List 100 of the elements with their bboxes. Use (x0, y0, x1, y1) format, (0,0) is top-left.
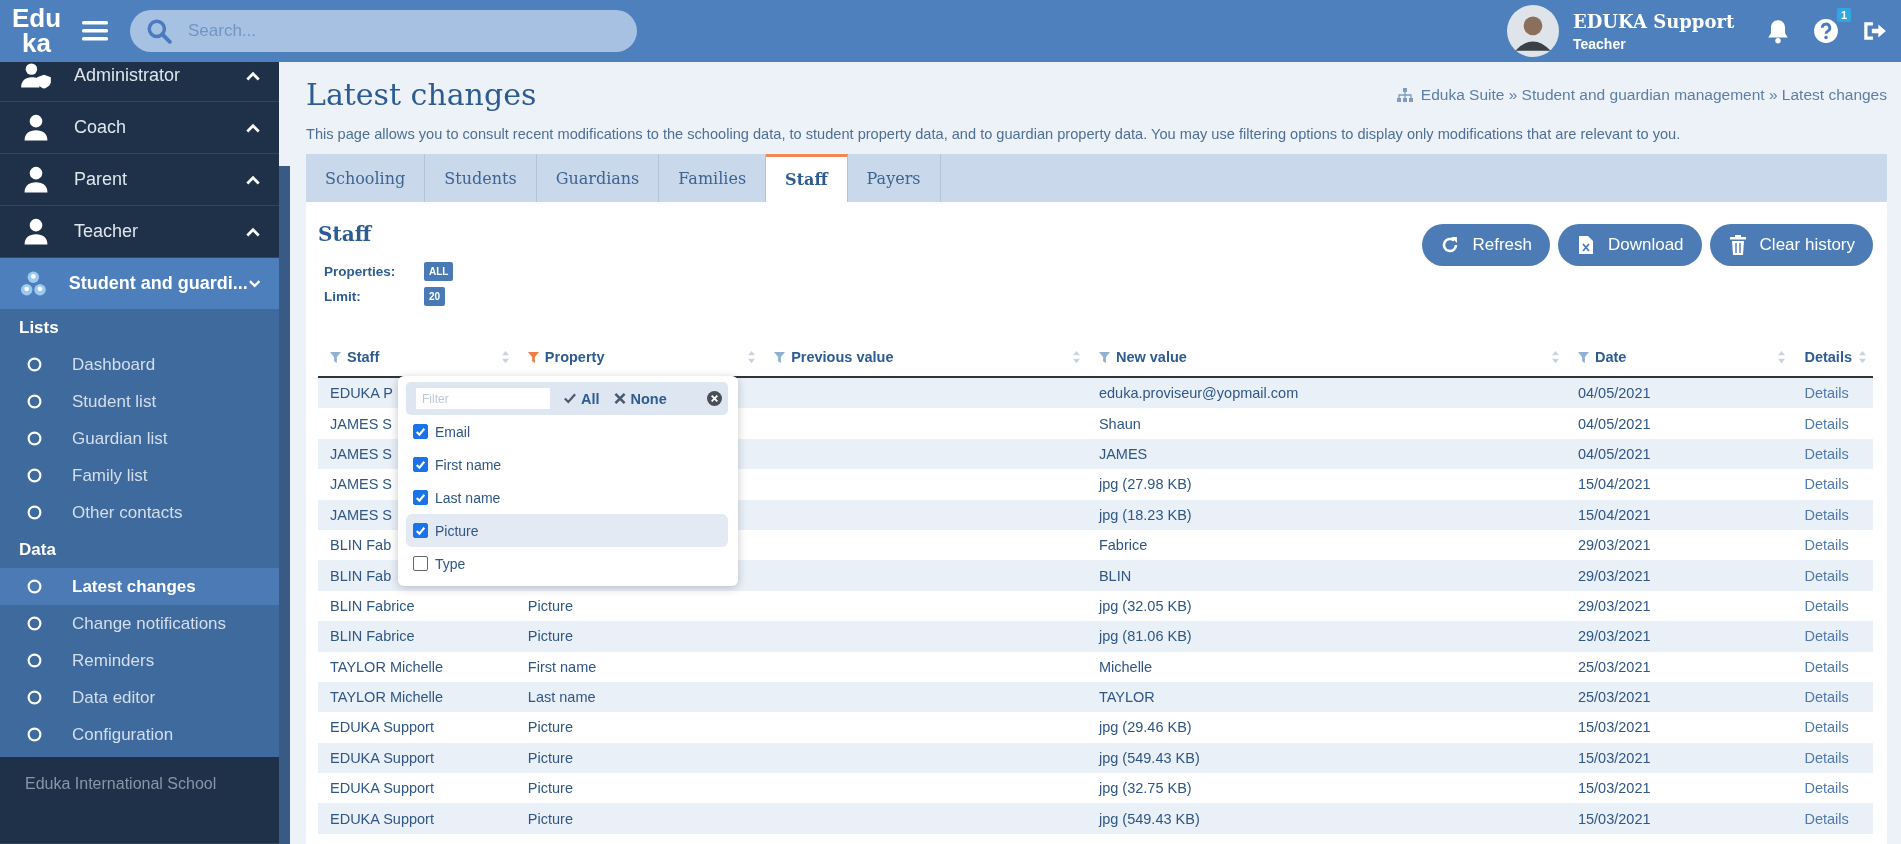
filter-icon[interactable] (330, 351, 341, 363)
checkbox[interactable] (413, 556, 428, 571)
table-cell: TAYLOR Michelle (330, 658, 444, 675)
table-cell: Picture (527, 597, 573, 614)
sidebar-label: Student and guardi... (68, 273, 248, 294)
table-cell: JAMES S (330, 415, 393, 432)
details-link[interactable]: Details (1804, 506, 1849, 523)
refresh-button[interactable]: Refresh (1422, 224, 1550, 266)
details-link[interactable]: Details (1804, 567, 1849, 584)
column-header[interactable]: Date (1594, 349, 1772, 365)
sidebar-subitem[interactable]: Reminders (0, 642, 279, 679)
checkbox[interactable] (413, 457, 428, 472)
notification-badge: 1 (1836, 8, 1851, 22)
filter-option[interactable]: First name (406, 448, 728, 481)
filter-option[interactable]: Email (406, 415, 728, 448)
sidebar-subitem[interactable]: Latest changes (0, 568, 279, 605)
table-cell: jpg (27.98 KB) (1098, 476, 1192, 493)
sort-icon[interactable] (1777, 350, 1787, 364)
details-link[interactable]: Details (1804, 385, 1849, 402)
table-cell: JAMES (1098, 445, 1148, 462)
sort-icon[interactable] (500, 350, 510, 364)
search-bar[interactable]: Search... (130, 10, 637, 52)
filter-icon[interactable] (527, 351, 539, 363)
column-header[interactable]: Details (1804, 349, 1852, 365)
details-link[interactable]: Details (1804, 749, 1849, 766)
sort-icon[interactable] (747, 350, 757, 364)
sidebar-item[interactable]: Parent (0, 154, 279, 206)
sidebar-item[interactable]: Student and guardi... (0, 258, 279, 309)
column-header[interactable]: Property (544, 349, 742, 365)
table-cell: EDUKA P (330, 385, 393, 402)
details-link[interactable]: Details (1804, 658, 1849, 675)
table-cell: 29/03/2021 (1577, 628, 1651, 645)
table-cell: BLIN (1098, 567, 1132, 584)
logo[interactable]: Edu ka (12, 6, 60, 56)
menu-icon[interactable] (82, 20, 108, 42)
sidebar-label: Teacher (74, 221, 140, 242)
scrollbar[interactable] (279, 166, 290, 844)
sidebar-label: Administrator (74, 65, 182, 86)
column-header[interactable]: Previous value (791, 349, 1066, 365)
filter-label: Properties: (324, 264, 397, 279)
details-link[interactable]: Details (1804, 415, 1849, 432)
sort-icon[interactable] (1550, 350, 1560, 364)
sidebar-subitem[interactable]: Configuration (0, 716, 279, 753)
sidebar-item[interactable]: Coach (0, 102, 279, 154)
sidebar-subitem[interactable]: Other contacts (0, 494, 279, 531)
download-button[interactable]: Download (1557, 224, 1702, 266)
sort-icon[interactable] (1858, 350, 1867, 364)
sidebar-item[interactable]: Administrator (0, 62, 279, 102)
filter-value-tag[interactable]: ALL (424, 262, 454, 281)
help-icon[interactable] (1813, 18, 1839, 44)
search-field[interactable]: Search... (186, 9, 621, 53)
filter-option[interactable]: Picture (406, 514, 728, 547)
circle-icon (27, 727, 42, 742)
sidebar-subitem[interactable]: Guardian list (0, 420, 279, 457)
sidebar-label: Other contacts (72, 502, 183, 523)
sidebar-label: Dashboard (72, 354, 156, 375)
column-header[interactable]: Staff (347, 349, 495, 365)
bell-icon[interactable] (1765, 18, 1791, 44)
checkbox[interactable] (413, 424, 428, 439)
column-header[interactable]: New value (1115, 349, 1545, 365)
sitemap-icon (1396, 87, 1413, 102)
sidebar-subitem[interactable]: Student list (0, 383, 279, 420)
filter-value-tag[interactable]: 20 (424, 287, 446, 306)
details-link[interactable]: Details (1804, 628, 1849, 645)
table-cell: jpg (81.06 KB) (1098, 628, 1192, 645)
clear-history-button[interactable]: Clear history (1709, 224, 1873, 266)
details-link[interactable]: Details (1804, 597, 1849, 614)
checkbox[interactable] (413, 490, 428, 505)
sidebar-subitem[interactable]: Family list (0, 457, 279, 494)
filter-option[interactable]: Last name (406, 481, 728, 514)
filter-input[interactable]: Filter (416, 388, 550, 409)
filter-option[interactable]: Type (406, 547, 728, 580)
details-link[interactable]: Details (1804, 780, 1849, 797)
select-none-button[interactable]: None (613, 390, 667, 407)
details-link[interactable]: Details (1804, 445, 1849, 462)
avatar[interactable] (1507, 5, 1559, 57)
checkbox[interactable] (413, 523, 428, 538)
table-cell: Michelle (1098, 658, 1153, 675)
filter-icon[interactable] (1577, 351, 1589, 363)
details-link[interactable]: Details (1804, 476, 1849, 493)
tab[interactable]: Staff (766, 154, 848, 202)
table-cell: Picture (527, 749, 573, 766)
select-all-button[interactable]: All (564, 390, 600, 407)
table-cell: JAMES S (330, 445, 393, 462)
filter-icon[interactable] (774, 351, 786, 363)
details-link[interactable]: Details (1804, 719, 1849, 736)
details-link[interactable]: Details (1804, 810, 1849, 827)
sidebar-subitem[interactable]: Dashboard (0, 346, 279, 383)
table-cell: First name (527, 658, 597, 675)
close-icon[interactable] (707, 391, 722, 406)
table-cell: 29/03/2021 (1577, 567, 1651, 584)
circle-icon (27, 357, 42, 372)
sidebar-subitem[interactable]: Change notifications (0, 605, 279, 642)
sidebar-subitem[interactable]: Data editor (0, 679, 279, 716)
details-link[interactable]: Details (1804, 537, 1849, 554)
table-cell: 29/03/2021 (1577, 597, 1651, 614)
details-link[interactable]: Details (1804, 689, 1849, 706)
sort-icon[interactable] (1071, 350, 1081, 364)
filter-icon[interactable] (1098, 351, 1110, 363)
check-icon (564, 393, 576, 404)
